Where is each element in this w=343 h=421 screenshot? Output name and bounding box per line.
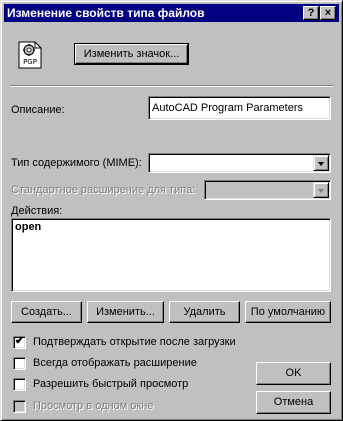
- default-extension-select: [204, 180, 331, 200]
- close-icon: ×: [324, 7, 332, 19]
- cancel-button-label: Отмена: [273, 396, 314, 408]
- checkmark-icon: ✔: [15, 335, 25, 347]
- close-button[interactable]: ×: [320, 6, 336, 20]
- confirm-open-checkbox[interactable]: ✔: [13, 335, 26, 349]
- change-icon-button-label: Изменить значок...: [83, 48, 180, 60]
- action-item-open[interactable]: open: [15, 221, 327, 233]
- mime-label: Тип содержимого (MIME):: [11, 157, 142, 169]
- set-default-action-button-label: По умолчанию: [250, 306, 326, 318]
- change-icon-button[interactable]: Изменить значок...: [74, 43, 189, 65]
- quick-view-checkbox[interactable]: [13, 378, 26, 391]
- quick-view-label: Разрешить быстрый просмотр: [33, 378, 189, 390]
- file-type-icon-caption: PGP: [23, 58, 37, 66]
- default-extension-label: Стандартное расширение для типа:: [11, 184, 196, 196]
- actions-label: Действия:: [11, 205, 63, 217]
- remove-action-button[interactable]: Удалить: [169, 301, 240, 323]
- title-bar[interactable]: Изменение свойств типа файлов ? ×: [4, 4, 339, 22]
- file-type-icon: PGP: [18, 41, 42, 69]
- ok-button[interactable]: OK: [256, 362, 331, 385]
- chevron-down-icon: [318, 162, 324, 166]
- edit-action-button[interactable]: Изменить...: [87, 301, 164, 323]
- dialog-window: Изменение свойств типа файлов ? × PGP Из…: [0, 0, 343, 421]
- help-button[interactable]: ?: [303, 6, 319, 20]
- always-show-extension-checkbox[interactable]: [13, 357, 26, 370]
- browse-same-window-checkbox: [13, 400, 26, 413]
- browse-same-window-label: Просмотр в одном окне: [33, 400, 154, 412]
- confirm-open-label: Подтверждать открытие после загрузки: [33, 336, 236, 348]
- ok-button-label: OK: [285, 367, 302, 379]
- remove-action-button-label: Удалить: [183, 306, 226, 318]
- mime-select[interactable]: [148, 153, 331, 173]
- description-input[interactable]: AutoCAD Program Parameters: [148, 96, 331, 120]
- new-action-button[interactable]: Создать...: [11, 301, 82, 323]
- always-show-extension-label: Всегда отображать расширение: [33, 357, 197, 369]
- new-action-button-label: Создать...: [21, 306, 72, 318]
- separator-top: [10, 85, 333, 87]
- description-label: Описание:: [11, 104, 65, 116]
- edit-action-button-label: Изменить...: [96, 306, 155, 318]
- chevron-down-icon: [318, 189, 324, 193]
- window-title: Изменение свойств типа файлов: [7, 6, 205, 20]
- default-extension-dropdown-button: [313, 182, 329, 198]
- cancel-button[interactable]: Отмена: [256, 391, 331, 414]
- actions-listbox[interactable]: open: [11, 218, 331, 292]
- set-default-action-button[interactable]: По умолчанию: [245, 301, 331, 323]
- help-icon: ?: [307, 7, 315, 19]
- mime-dropdown-button[interactable]: [313, 155, 329, 171]
